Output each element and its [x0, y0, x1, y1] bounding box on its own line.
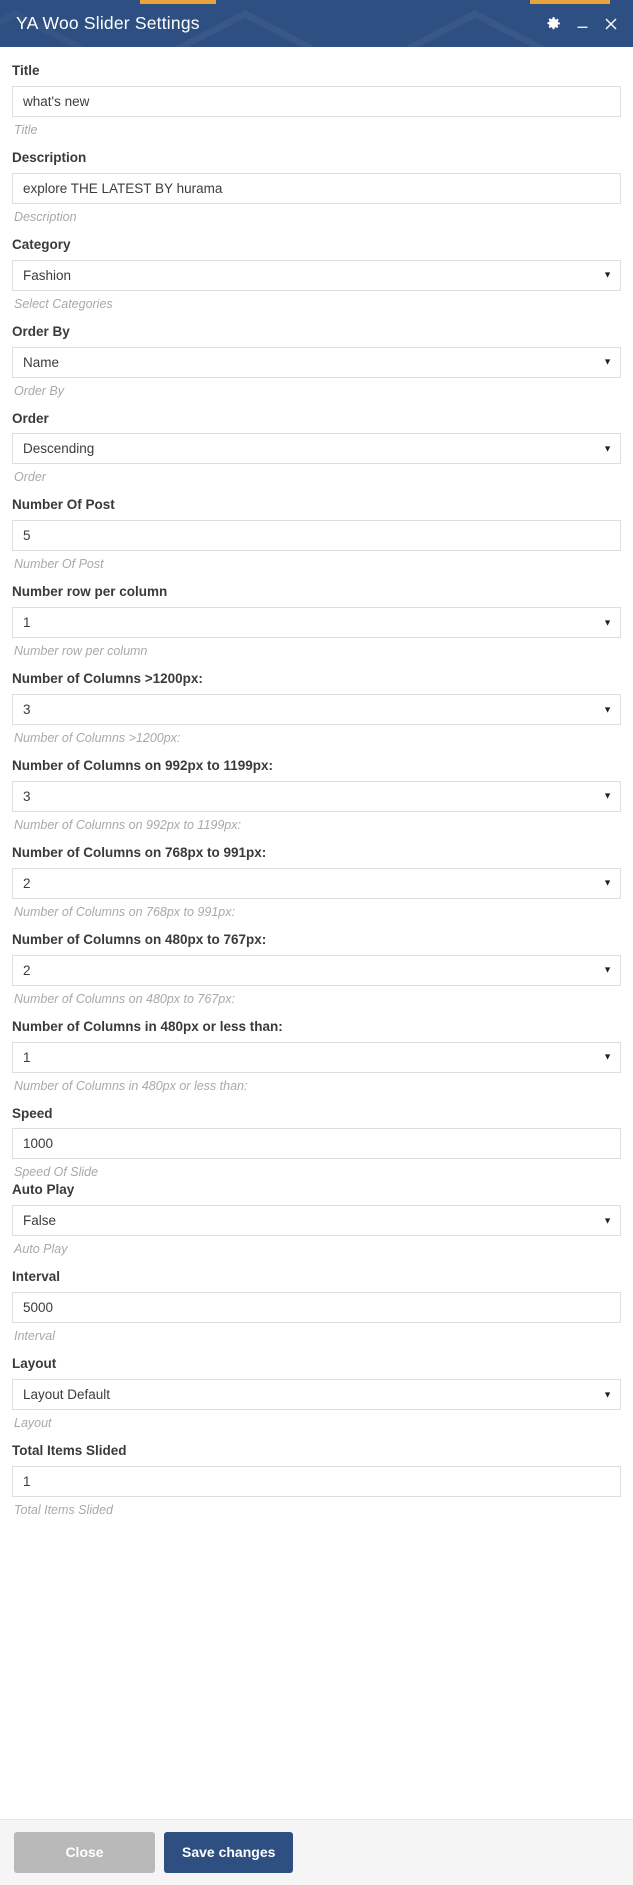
field-help-text: Number row per column: [14, 644, 148, 659]
select-input[interactable]: [12, 607, 621, 639]
text-input[interactable]: [12, 1128, 621, 1160]
field-label: Order By: [12, 323, 70, 339]
field-label: Number row per column: [12, 584, 168, 600]
field-help-text: Title: [14, 122, 38, 137]
select-wrapper: ▼: [12, 780, 621, 812]
field-help-text: Number of Columns in 480px or less than:: [14, 1078, 248, 1093]
select-input[interactable]: [12, 1379, 621, 1410]
select-input[interactable]: [12, 1041, 621, 1073]
form-field: Title Title: [12, 63, 621, 138]
modal-footer: Close Save changes: [0, 1819, 633, 1885]
field-label: Number of Columns on 992px to 1199px:: [12, 758, 274, 773]
field-label: Description: [12, 149, 87, 165]
form-field: Order By ▼ Order By: [12, 324, 621, 399]
select-input[interactable]: [12, 780, 621, 812]
form-field: Interval Interval: [12, 1269, 621, 1344]
field-help-text: Number of Columns on 992px to 1199px:: [14, 817, 241, 832]
form-field: Number of Columns on 992px to 1199px: ▼ Nu…: [12, 758, 621, 833]
form-field: Layout ▼ Layout: [12, 1356, 621, 1431]
select-wrapper: ▼: [12, 346, 621, 378]
modal-title: YA Woo Slider Settings: [16, 13, 200, 33]
form-field: Category ▼ Select Categories: [12, 237, 621, 312]
text-input[interactable]: [12, 172, 621, 204]
form-field: Speed Speed Of Slide: [12, 1106, 621, 1181]
form-field: Number of Columns >1200px: ▼ Number of Col…: [12, 671, 621, 746]
form-field: Number of Columns in 480px or less than:…: [12, 1019, 621, 1094]
select-wrapper: ▼: [12, 694, 621, 725]
select-wrapper: ▼: [12, 867, 621, 899]
text-input[interactable]: [12, 520, 621, 552]
field-label: Speed: [12, 1105, 53, 1121]
select-wrapper: ▼: [12, 954, 621, 986]
modal-titlebar: YA Woo Slider Settings: [0, 0, 633, 47]
select-wrapper: ▼: [12, 1379, 621, 1410]
minimize-icon[interactable]: [575, 16, 590, 31]
select-input[interactable]: [12, 694, 621, 725]
field-label: Total Items Slided: [12, 1443, 127, 1458]
titlebar-actions: [545, 15, 619, 32]
field-help-text: Description: [14, 209, 77, 224]
form-field: Number row per column ▼ Number row per col…: [12, 584, 621, 659]
select-wrapper: ▼: [12, 1041, 621, 1073]
form-field: Auto Play ▼ Auto Play: [12, 1182, 621, 1257]
field-label: Layout: [12, 1356, 57, 1372]
field-help-text: Number of Columns >1200px:: [14, 731, 181, 745]
field-label: Number of Columns >1200px:: [12, 671, 203, 687]
field-help-text: Order By: [14, 383, 65, 398]
field-help-text: Layout: [14, 1416, 52, 1430]
field-label: Title: [12, 63, 40, 78]
settings-form: Title Title Description Description Category…: [0, 47, 633, 1819]
field-label: Category: [12, 236, 71, 252]
field-label: Number of Columns on 480px to 767px:: [12, 931, 267, 947]
field-label: Auto Play: [12, 1182, 75, 1198]
field-label: Interval: [12, 1269, 61, 1285]
form-field: Number of Columns on 480px to 767px: ▼ Num…: [12, 932, 621, 1007]
field-help-text: Number of Columns on 480px to 767px:: [14, 991, 235, 1006]
close-button[interactable]: Close: [14, 1832, 155, 1873]
form-field: Description Description: [12, 150, 621, 225]
field-help-text: Number of Columns on 768px to 991px:: [14, 904, 235, 919]
field-help-text: Number Of Post: [14, 557, 104, 572]
field-help-text: Auto Play: [14, 1242, 68, 1257]
close-icon[interactable]: [603, 16, 619, 32]
select-wrapper: ▼: [12, 433, 621, 465]
page-background-strip-right: [530, 0, 610, 4]
select-input[interactable]: [12, 433, 621, 465]
field-help-text: Total Items Slided: [14, 1502, 113, 1517]
settings-modal: YA Woo Slider Settings TitleT: [0, 0, 633, 1885]
field-label: Number of Columns on 768px to 991px:: [12, 844, 267, 860]
form-field: Total Items Slided Total Items Slided: [12, 1443, 621, 1518]
field-help-text: Order: [14, 470, 46, 485]
field-label: Order: [12, 410, 49, 426]
field-help-text: Speed Of Slide: [14, 1165, 99, 1180]
text-input[interactable]: [12, 85, 621, 117]
form-field: Order ▼ Order: [12, 411, 621, 486]
select-wrapper: ▼: [12, 607, 621, 639]
select-input[interactable]: [12, 346, 621, 378]
gear-icon[interactable]: [545, 15, 562, 32]
field-help-text: Select Categories: [14, 296, 113, 311]
text-input[interactable]: [12, 1292, 621, 1324]
text-input[interactable]: [12, 1465, 621, 1497]
select-input[interactable]: [12, 1205, 621, 1237]
select-input[interactable]: [12, 867, 621, 899]
select-wrapper: ▼: [12, 259, 621, 291]
save-changes-button[interactable]: Save changes: [164, 1832, 294, 1873]
select-input[interactable]: [12, 954, 621, 986]
form-field: Number of Columns on 768px to 991px: ▼ Num…: [12, 845, 621, 920]
field-label: Number Of Post: [12, 497, 115, 513]
select-input[interactable]: [12, 259, 621, 291]
field-label: Number of Columns in 480px or less than:: [12, 1018, 283, 1034]
page-background-strip-left: [140, 0, 216, 4]
form-field: Number Of Post Number Of Post: [12, 497, 621, 572]
select-wrapper: ▼: [12, 1205, 621, 1237]
field-help-text: Interval: [14, 1329, 55, 1344]
